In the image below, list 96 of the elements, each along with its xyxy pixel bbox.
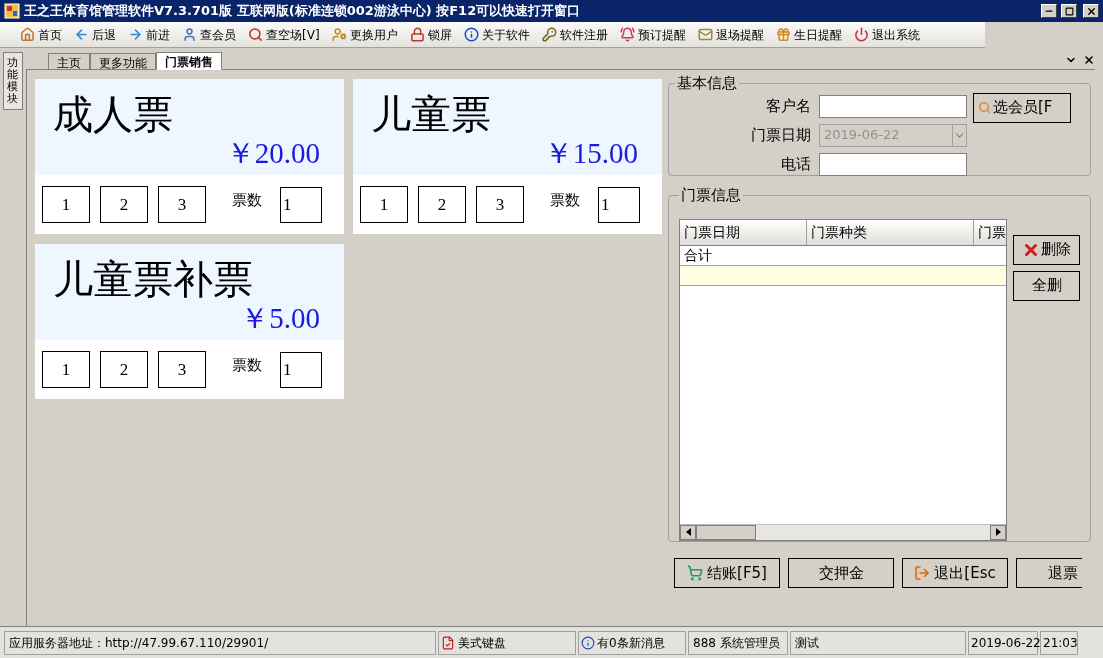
scroll-right-icon[interactable] <box>995 528 1001 536</box>
toolbar-button[interactable]: 关于软件 <box>463 25 530 44</box>
tab[interactable]: 更多功能 <box>90 53 156 69</box>
clear-all-button[interactable]: 全删 <box>1013 270 1080 301</box>
ticket-name: 儿童票 <box>371 93 491 137</box>
scroll-left-icon[interactable] <box>685 528 691 536</box>
scrollbar-thumb[interactable] <box>696 524 756 540</box>
exit-icon <box>914 565 931 581</box>
maximize-icon <box>1064 6 1074 16</box>
envelope-icon <box>697 27 713 42</box>
action-button[interactable]: 退出[Esc <box>902 558 1008 588</box>
field-label: 门票日期 <box>751 124 811 146</box>
note-status: 测试 <box>790 630 966 655</box>
search-icon <box>248 27 263 42</box>
text-field[interactable] <box>819 152 967 176</box>
document-check-icon <box>441 635 455 650</box>
gift-icon <box>775 27 791 42</box>
group-title: 基本信息 <box>676 73 738 94</box>
time-status: 21:03 <box>1040 630 1078 655</box>
column-header[interactable]: 门票 <box>974 219 1006 245</box>
horizontal-scrollbar[interactable] <box>680 523 1006 540</box>
message-status[interactable]: 有0条新消息 <box>578 630 686 655</box>
quantity-button[interactable]: 1 <box>360 186 408 223</box>
server-address: 应用服务器地址：http://47.99.67.110/29901/ <box>4 630 436 655</box>
quantity-button[interactable]: 2 <box>418 186 466 223</box>
search-icon <box>978 101 991 114</box>
count-label: 票数 <box>232 190 262 212</box>
action-button[interactable]: 退票 <box>1016 558 1082 588</box>
ticket-card[interactable]: 儿童票补票 ￥5.00 1 2 3 票数 1 <box>35 244 344 399</box>
toolbar-button[interactable]: 软件注册 <box>541 25 608 44</box>
group-title: 门票信息 <box>680 185 742 206</box>
ticket-name: 成人票 <box>53 93 173 137</box>
quantity-button[interactable]: 3 <box>158 351 206 388</box>
close-tab-icon[interactable] <box>1083 54 1095 66</box>
field-label: 客户名 <box>766 95 811 117</box>
text-field[interactable] <box>819 94 967 118</box>
date-status: 2019-06-22 <box>968 630 1038 655</box>
quantity-button[interactable]: 2 <box>100 351 148 388</box>
ticket-card[interactable]: 成人票 ￥20.00 1 2 3 票数 1 <box>35 79 344 234</box>
lock-icon <box>409 27 425 42</box>
toolbar-button[interactable]: 查空场[V] <box>248 25 320 44</box>
column-header[interactable]: 门票种类 <box>807 219 974 245</box>
close-icon <box>1085 5 1097 17</box>
toolbar-button[interactable]: 生日提醒 <box>775 25 842 44</box>
ticket-price: ￥5.00 <box>240 302 321 334</box>
toolbar-button[interactable]: 退场提醒 <box>697 25 764 44</box>
minimize-button[interactable] <box>1041 4 1057 18</box>
ticket-price: ￥20.00 <box>225 137 321 169</box>
count-label: 票数 <box>550 190 580 212</box>
toolbar-button[interactable]: 锁屏 <box>409 25 452 44</box>
field-label: 电话 <box>781 153 811 175</box>
maximize-button[interactable] <box>1061 4 1077 18</box>
ticket-card[interactable]: 儿童票 ￥15.00 1 2 3 票数 1 <box>353 79 662 234</box>
user-icon <box>182 27 197 42</box>
user-gear-icon <box>331 27 347 42</box>
count-label: 票数 <box>232 355 262 377</box>
quantity-button[interactable]: 3 <box>476 186 524 223</box>
keyboard-status: 美式键盘 <box>438 630 576 655</box>
count-field[interactable]: 1 <box>280 186 322 223</box>
home-icon <box>20 27 35 42</box>
user-status: 888 系统管理员 <box>688 630 788 655</box>
bell-icon <box>619 27 635 42</box>
action-button[interactable]: 结账[F5] <box>674 558 780 588</box>
tab[interactable]: 门票销售 <box>156 52 222 70</box>
quantity-button[interactable]: 3 <box>158 186 206 223</box>
info-icon <box>463 27 479 42</box>
app-logo-icon <box>4 3 20 19</box>
window-title: 王之王体育馆管理软件V7.3.701版 互联网版(标准连锁002游泳中心) 按F12可以快速打开窗口 <box>24 2 582 21</box>
key-icon <box>541 27 557 42</box>
toolbar-button[interactable]: 前进 <box>128 25 170 44</box>
side-panel-tab[interactable]: 功能模块 <box>3 52 23 111</box>
action-button[interactable]: 交押金 <box>788 558 894 588</box>
quantity-button[interactable]: 1 <box>42 186 90 223</box>
toolbar-button[interactable]: 查会员 <box>182 25 236 44</box>
power-icon <box>853 27 869 42</box>
toolbar-button[interactable]: 预订提醒 <box>619 25 686 44</box>
quantity-button[interactable]: 2 <box>100 186 148 223</box>
quantity-button[interactable]: 1 <box>42 351 90 388</box>
toolbar-button[interactable]: 首页 <box>20 25 62 44</box>
toolbar-button[interactable]: 退出系统 <box>853 25 920 44</box>
cart-icon <box>687 565 704 581</box>
ticket-name: 儿童票补票 <box>53 258 253 302</box>
count-field[interactable]: 1 <box>598 186 640 223</box>
delete-button[interactable]: 删除 <box>1013 234 1080 265</box>
toolbar-button[interactable]: 更换用户 <box>331 25 398 44</box>
close-button[interactable] <box>1083 4 1099 18</box>
info-icon <box>581 635 595 650</box>
ticket-price: ￥15.00 <box>543 137 639 169</box>
toolbar-button[interactable]: 后退 <box>74 25 116 44</box>
tab[interactable]: 主页 <box>48 53 90 69</box>
count-field[interactable]: 1 <box>280 351 322 388</box>
column-header[interactable]: 门票日期 <box>680 219 807 245</box>
table-cell-text: 合计 <box>684 245 712 265</box>
select-member-button[interactable]: 选会员[F <box>973 92 1071 123</box>
table-row[interactable]: 合计 <box>680 245 1006 266</box>
date-value: 2019-06-22 <box>823 126 901 145</box>
